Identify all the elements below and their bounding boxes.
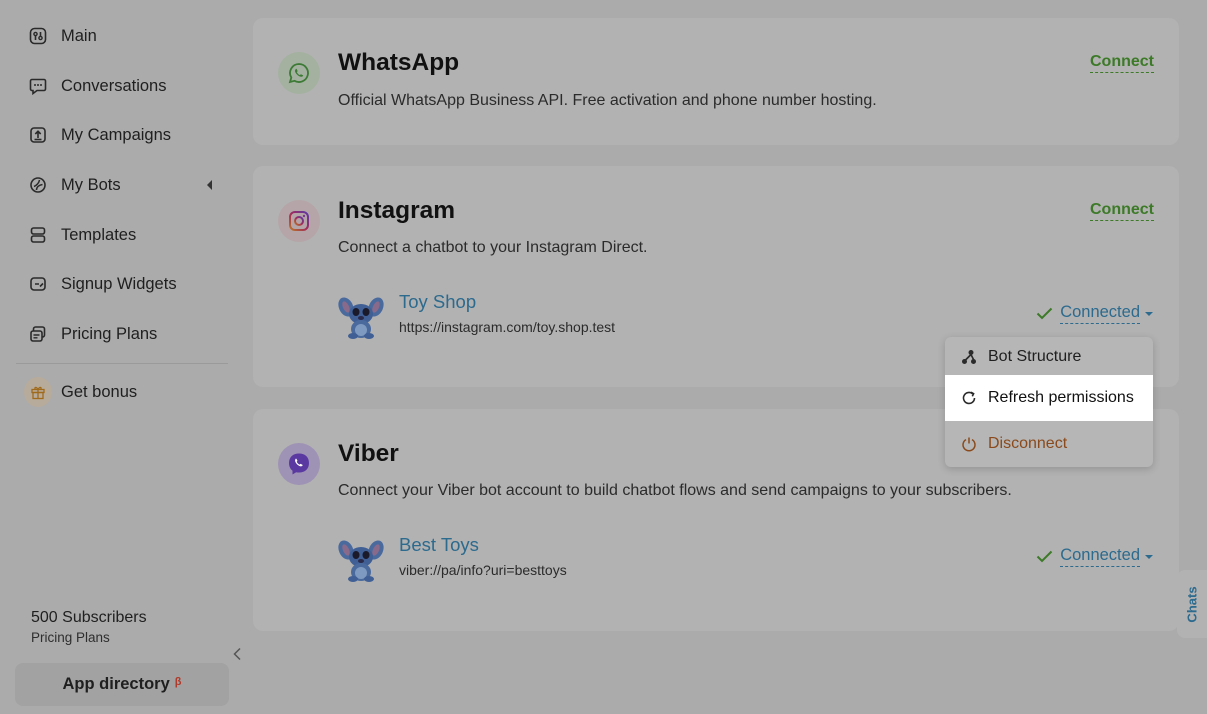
instagram-title: Instagram (338, 197, 456, 224)
whatsapp-description: Official WhatsApp Business API. Free act… (338, 92, 877, 109)
bot-structure-icon (960, 348, 978, 366)
bots-icon (24, 171, 52, 199)
viber-bot-name[interactable]: Best Toys (399, 534, 479, 556)
sidebar-item-label: Signup Widgets (61, 274, 177, 293)
gift-icon (24, 377, 52, 407)
sidebar-item-bonus[interactable]: Get bonus (24, 374, 224, 410)
menu-item-refresh-permissions[interactable]: Refresh permissions (945, 375, 1153, 421)
chevron-down-icon (1145, 554, 1153, 559)
sidebar-item-bots[interactable]: My Bots (24, 167, 224, 203)
menu-item-label: Disconnect (988, 435, 1068, 452)
sidebar-item-label: Main (61, 26, 97, 45)
bot-avatar (338, 536, 384, 582)
viber-status-label: Connected (1060, 546, 1140, 567)
sidebar-item-label: Conversations (61, 76, 167, 95)
menu-item-disconnect[interactable]: Disconnect (945, 424, 1153, 464)
sidebar-item-widgets[interactable]: Signup Widgets (24, 266, 224, 302)
collapse-sidebar-button[interactable] (229, 644, 245, 664)
expand-caret-icon[interactable] (207, 180, 212, 190)
chats-tab-label: Chats (1184, 585, 1200, 623)
bonus-label: Get bonus (61, 382, 138, 401)
whatsapp-icon (278, 52, 320, 94)
chevron-down-icon (1145, 311, 1153, 316)
templates-icon (24, 221, 52, 249)
sidebar-divider (16, 363, 228, 364)
sidebar-item-label: Pricing Plans (61, 324, 158, 343)
whatsapp-connect-button[interactable]: Connect (1090, 53, 1154, 73)
instagram-status-dropdown[interactable]: Connected (1036, 303, 1153, 324)
sidebar-item-label: Templates (61, 225, 137, 244)
gift-icon-wrap (24, 377, 52, 407)
campaigns-icon (24, 121, 52, 149)
conversations-icon (24, 72, 52, 100)
viber-bot-row: Best Toys viber://pa/info?uri=besttoys C… (338, 534, 1158, 590)
power-icon (960, 435, 978, 453)
status-dropdown-menu: Bot Structure Refresh permissions Discon… (945, 337, 1153, 467)
check-icon (1036, 550, 1053, 563)
menu-item-label: Refresh permissions (988, 389, 1134, 406)
instagram-description: Connect a chatbot to your Instagram Dire… (338, 239, 648, 256)
viber-icon (278, 443, 320, 485)
instagram-bot-name[interactable]: Toy Shop (399, 291, 476, 313)
main-icon (24, 22, 52, 50)
subscribers-count: 500 Subscribers (31, 609, 147, 626)
sidebar-item-label: My Bots (61, 175, 121, 194)
app-directory-label: App directory (62, 675, 170, 693)
viber-bot-url: viber://pa/info?uri=besttoys (399, 562, 567, 578)
bot-avatar (338, 293, 384, 339)
instagram-connect-button[interactable]: Connect (1090, 201, 1154, 221)
app-directory-button[interactable]: App directory β (15, 663, 229, 706)
menu-item-bot-structure[interactable]: Bot Structure (945, 337, 1153, 377)
chevron-left-icon (233, 647, 241, 661)
viber-description: Connect your Viber bot account to build … (338, 482, 1012, 499)
instagram-icon (278, 200, 320, 242)
beta-badge: β (174, 675, 182, 688)
menu-item-label: Bot Structure (988, 348, 1082, 365)
instagram-status-label: Connected (1060, 303, 1140, 324)
viber-title: Viber (338, 440, 399, 467)
sidebar-item-conversations[interactable]: Conversations (24, 68, 224, 104)
pricing-plans-link[interactable]: Pricing Plans (31, 630, 110, 645)
sidebar-item-pricing[interactable]: Pricing Plans (24, 316, 224, 352)
sidebar-item-templates[interactable]: Templates (24, 217, 224, 253)
instagram-bot-url: https://instagram.com/toy.shop.test (399, 319, 616, 335)
viber-status-dropdown[interactable]: Connected (1036, 546, 1153, 567)
pricing-icon (24, 320, 52, 348)
whatsapp-card: WhatsApp Official WhatsApp Business API.… (253, 18, 1179, 145)
sidebar-item-campaigns[interactable]: My Campaigns (24, 117, 224, 153)
sidebar: Main Conversations My Campaigns My Bots … (0, 0, 241, 714)
check-icon (1036, 307, 1053, 320)
refresh-icon (960, 389, 978, 407)
widgets-icon (24, 270, 52, 298)
chats-tab[interactable]: Chats (1177, 570, 1207, 638)
sidebar-item-main[interactable]: Main (24, 18, 224, 54)
whatsapp-title: WhatsApp (338, 49, 460, 76)
sidebar-item-label: My Campaigns (61, 125, 172, 144)
